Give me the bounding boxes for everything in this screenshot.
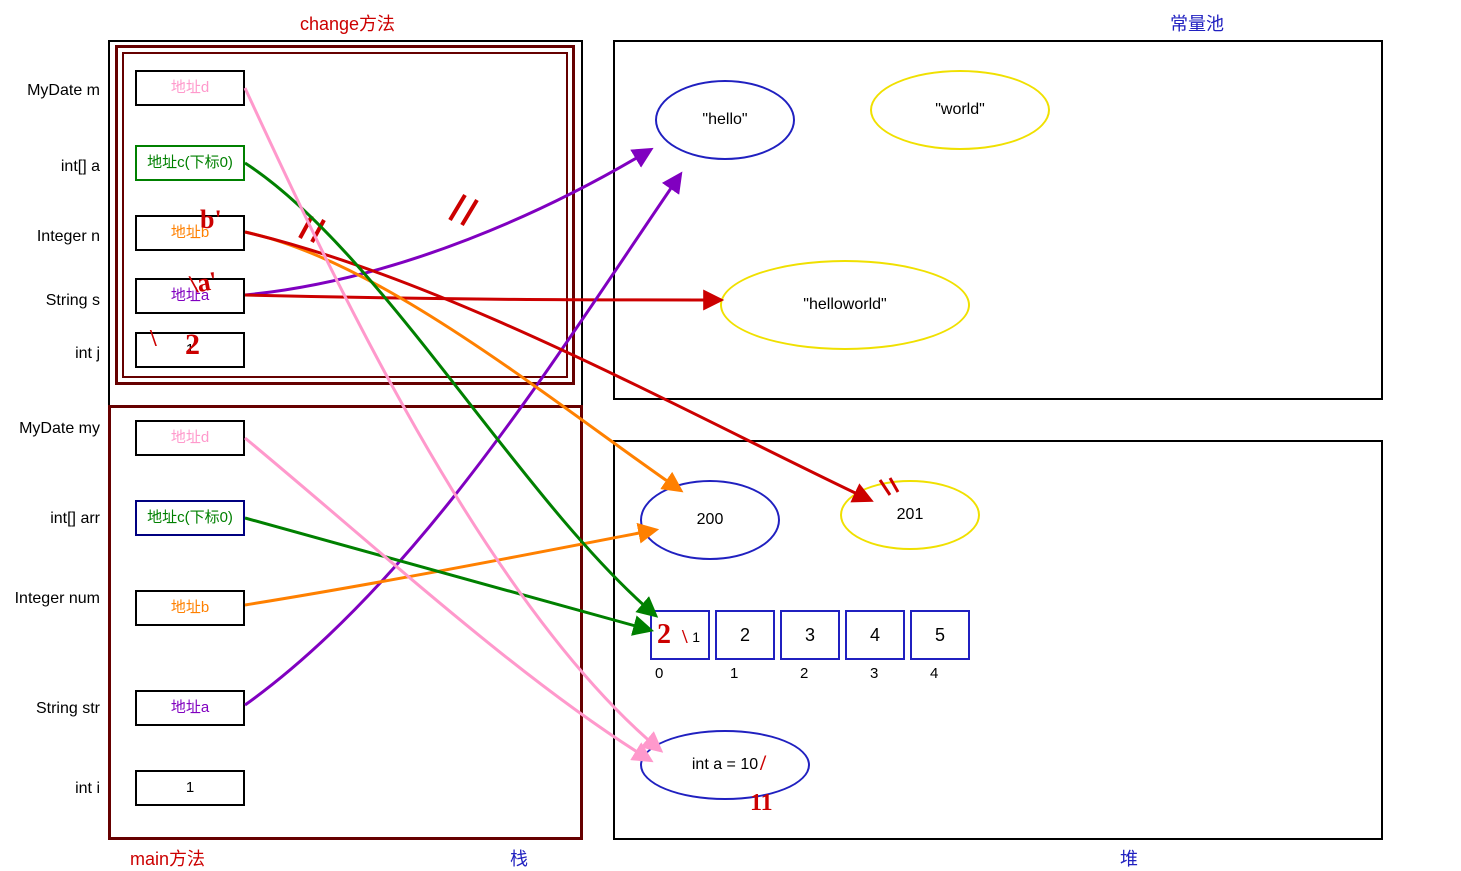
ellipse-200: 200 [640,480,780,560]
arr-cell-3: 4 [845,610,905,660]
label-string-s: String s [0,292,100,310]
label-intarr-a: int[] a [0,158,100,176]
j-strike: \ [150,326,157,353]
j-new: 2 [185,328,200,362]
title-const-pool: 常量池 [1170,10,1224,36]
slot-change-b-prime: b' [200,205,222,235]
slot-change-addr-d: 地址d [135,70,245,106]
arr-cell-0-new: 2 [657,612,671,658]
ellipse-world: "world" [870,70,1050,150]
ellipse-mydate: int a = 10 [640,730,810,800]
ellipse-201: 201 [840,480,980,550]
arr-cell-2: 3 [780,610,840,660]
ellipse-hello: "hello" [655,80,795,160]
slot-change-a-prime: \a' [188,266,220,300]
label-int-i: int i [0,780,100,798]
arr-cell-0-old: 1 [692,614,700,660]
label-intarr: int[] arr [0,510,100,528]
slot-main-addr-d: 地址d [135,420,245,456]
idx-2: 2 [800,665,808,682]
title-heap: 堆 [1120,845,1138,871]
title-stack: 栈 [510,845,528,871]
ellipse-helloworld: "helloworld" [720,260,970,350]
idx-4: 4 [930,665,938,682]
label-integer-n: Integer n [0,228,100,246]
title-main-method: main方法 [130,845,205,871]
slot-main-addr-c: 地址c(下标0) [135,500,245,536]
label-int-j: int j [0,345,100,363]
mydate-new: 11 [750,790,773,817]
arr-cell-4: 5 [910,610,970,660]
idx-3: 3 [870,665,878,682]
title-change-method: change方法 [300,10,395,36]
arr-cell-0: 2 \ 1 [650,610,710,660]
idx-0: 0 [655,665,663,682]
mydate-strike: / [760,750,766,776]
arr-cell-0-strike: \ [682,614,688,660]
label-integer-num: Integer num [0,590,100,608]
arr-cell-1: 2 [715,610,775,660]
slot-main-addr-b: 地址b [135,590,245,626]
label-mydate-m: MyDate m [0,82,100,100]
slot-main-addr-a: 地址a [135,690,245,726]
slot-change-addr-b: 地址b [135,215,245,251]
idx-1: 1 [730,665,738,682]
slot-main-i: 1 [135,770,245,806]
slot-change-addr-c: 地址c(下标0) [135,145,245,181]
label-mydate-my: MyDate my [0,420,100,438]
label-string-str: String str [0,700,100,718]
